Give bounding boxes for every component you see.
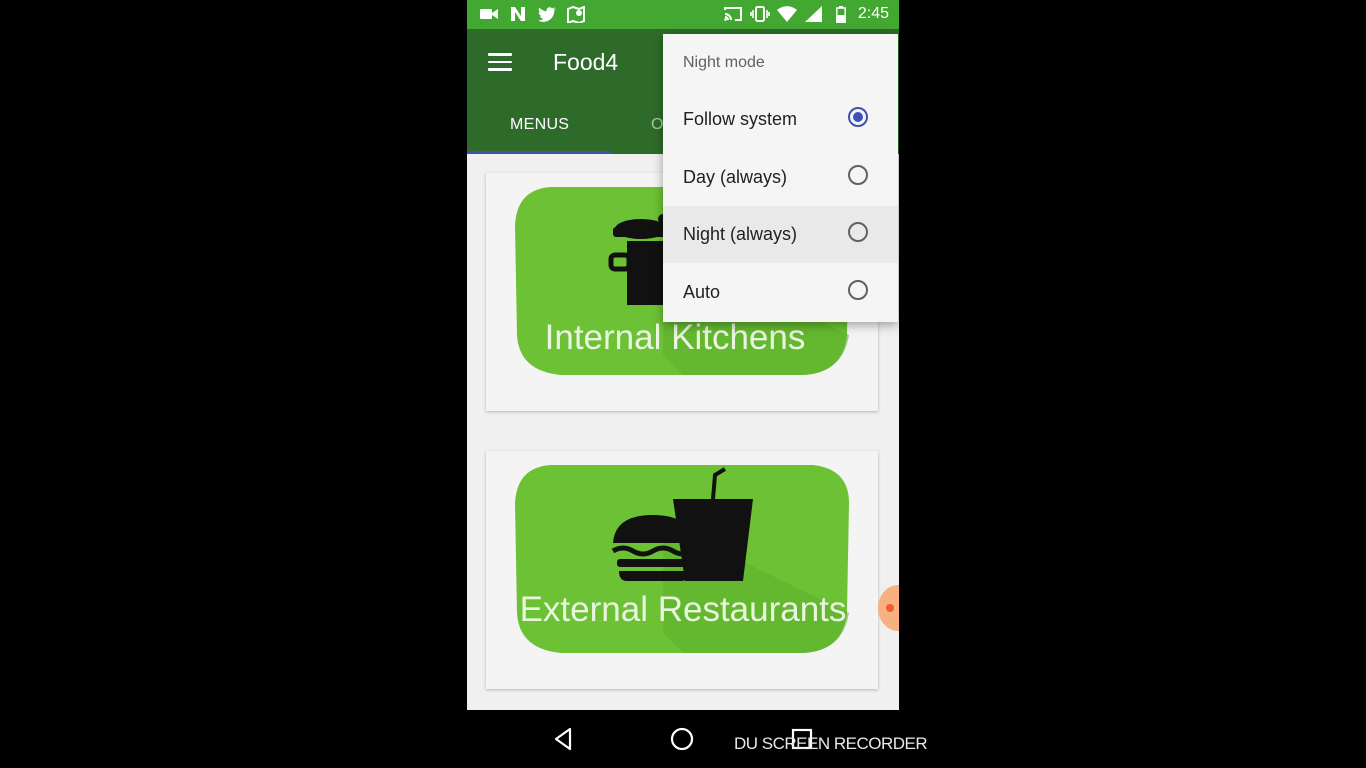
n-icon xyxy=(508,5,528,23)
vibrate-icon xyxy=(750,5,770,23)
map-icon xyxy=(566,5,586,23)
watermark: DU SCREEN RECORDER xyxy=(734,734,928,753)
status-time: 2:45 xyxy=(857,5,889,22)
radio-unselected[interactable] xyxy=(848,165,868,185)
option-label: Auto xyxy=(683,282,721,302)
tab-other[interactable]: O xyxy=(651,116,664,134)
app-title: Food4 xyxy=(553,49,619,75)
option-follow-system[interactable]: Follow system xyxy=(663,91,898,148)
signal-icon xyxy=(804,5,824,23)
card-label-external: External Restaurants xyxy=(520,590,847,629)
night-mode-header: Night mode xyxy=(683,54,765,71)
card-label-internal: Internal Kitchens xyxy=(545,318,806,357)
back-icon[interactable] xyxy=(551,726,577,752)
card-external-restaurants[interactable]: External Restaurants xyxy=(486,451,878,689)
radio-unselected[interactable] xyxy=(848,280,868,300)
radio-selected[interactable] xyxy=(848,107,868,127)
menu-icon[interactable] xyxy=(488,53,512,73)
external-restaurants-graphic: External Restaurants xyxy=(515,465,849,653)
option-auto[interactable]: Auto xyxy=(663,264,898,321)
option-label: Night (always) xyxy=(683,224,798,244)
twitter-icon xyxy=(537,5,557,23)
home-icon[interactable] xyxy=(669,726,695,752)
option-label: Day (always) xyxy=(683,167,788,187)
cast-icon xyxy=(723,5,743,23)
option-label: Follow system xyxy=(683,109,798,129)
option-day-always[interactable]: Day (always) xyxy=(663,149,898,206)
status-bar: 2:45 xyxy=(467,0,899,29)
option-night-always[interactable]: Night (always) xyxy=(663,206,898,263)
night-mode-menu: Night mode Follow system Day (always) Ni… xyxy=(663,34,898,322)
battery-icon xyxy=(831,5,851,23)
wifi-icon xyxy=(776,5,797,23)
video-icon xyxy=(479,5,499,23)
tab-menus[interactable]: MENUS xyxy=(510,116,569,134)
radio-unselected[interactable] xyxy=(848,222,868,242)
